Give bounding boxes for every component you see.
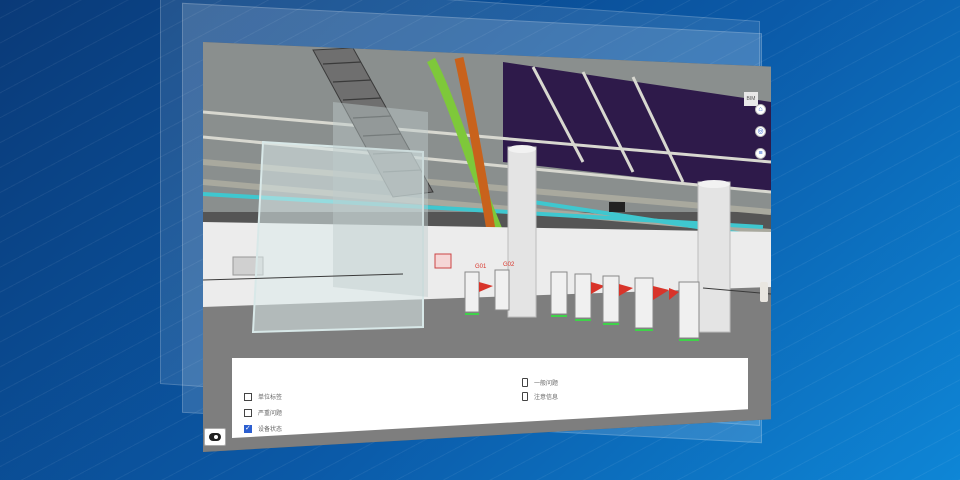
phone-icon <box>522 378 528 387</box>
toggle-knob <box>209 433 221 441</box>
option-label: 注意信息 <box>534 395 559 401</box>
home-icon[interactable]: ⌂ <box>755 104 766 115</box>
option-general-issue[interactable]: 一般问题 <box>522 378 558 387</box>
view-corner-tile[interactable]: BIM <box>744 92 758 106</box>
option-severe-issue[interactable]: 严重问题 <box>244 408 282 417</box>
checkbox-checked[interactable] <box>244 424 252 433</box>
layers-icon[interactable]: ≡ <box>755 148 766 159</box>
checkbox[interactable] <box>244 408 252 417</box>
checkbox[interactable] <box>244 392 252 401</box>
view-toggle-switch[interactable] <box>204 428 226 446</box>
option-label: 严重问题 <box>258 411 283 417</box>
option-device-status[interactable]: 设备状态 <box>244 424 282 433</box>
option-label: 设备状态 <box>258 427 283 433</box>
option-label: 单位标签 <box>258 395 283 401</box>
gate-tag-g02: G02 <box>503 262 515 268</box>
locate-icon[interactable]: ◎ <box>755 126 766 137</box>
gate-tag-g01: G01 <box>475 264 487 270</box>
door-handle <box>760 282 768 302</box>
option-unit-label[interactable]: 单位标签 <box>244 392 282 401</box>
option-notice-info[interactable]: 注意信息 <box>522 392 558 401</box>
ceiling-monitor <box>609 202 625 212</box>
option-label: 一般问题 <box>534 381 559 387</box>
phone-icon <box>522 392 528 401</box>
wall-sign <box>434 253 452 269</box>
